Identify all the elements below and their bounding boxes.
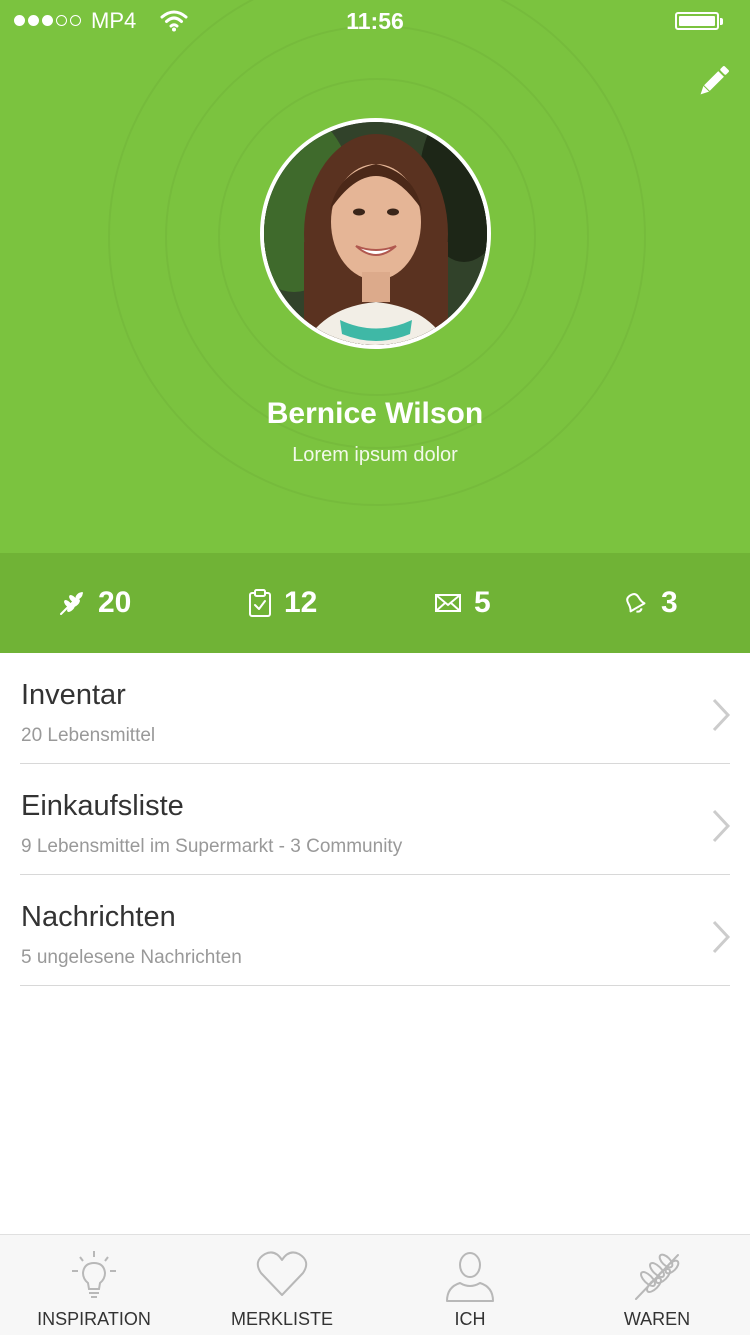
stat-value: 3 xyxy=(661,586,678,619)
avatar-photo xyxy=(264,122,487,345)
tab-label: MERKLISTE xyxy=(230,1309,334,1329)
menu-list: Inventar 20 Lebensmittel Einkaufsliste 9… xyxy=(0,653,750,986)
wheat-icon xyxy=(60,592,83,615)
chevron-right-icon xyxy=(712,809,731,843)
avatar[interactable] xyxy=(260,118,491,349)
chevron-right-icon xyxy=(712,698,731,732)
stat-value: 5 xyxy=(474,586,491,619)
stat-items[interactable]: 20 xyxy=(58,553,131,653)
envelope-icon xyxy=(435,594,461,612)
edit-pencil-icon[interactable] xyxy=(697,64,731,98)
person-icon xyxy=(446,1252,494,1302)
tab-inspiration[interactable]: INSPIRATION xyxy=(0,1235,188,1335)
stat-value: 20 xyxy=(98,586,132,619)
tab-merkliste[interactable]: MERKLISTE xyxy=(188,1235,376,1335)
stats-bar: 20 12 5 3 xyxy=(0,553,750,653)
bell-icon xyxy=(626,593,646,613)
stat-notifications[interactable]: 3 xyxy=(621,553,678,653)
stat-lists[interactable]: 12 xyxy=(248,553,317,653)
status-bar: MP4 11:56 xyxy=(0,0,750,44)
profile-header: MP4 11:56 Bernice Wilson Lorem ipsum dol… xyxy=(0,0,750,553)
tab-bar: INSPIRATION MERKLISTE ICH WAREN xyxy=(0,1234,750,1335)
profile-subtitle: Lorem ipsum dolor xyxy=(292,444,458,466)
stat-messages[interactable]: 5 xyxy=(434,553,491,653)
tab-label: WAREN xyxy=(623,1309,691,1329)
wheat-icon xyxy=(635,1253,680,1300)
tab-label: INSPIRATION xyxy=(37,1309,151,1329)
list-item-title: Einkaufsliste xyxy=(21,790,184,822)
list-item-title: Nachrichten xyxy=(21,901,176,933)
clipboard-check-icon xyxy=(249,589,271,617)
chevron-right-icon xyxy=(712,920,731,954)
list-item-inventar[interactable]: Inventar 20 Lebensmittel xyxy=(20,653,731,764)
battery-icon xyxy=(675,12,723,30)
tab-waren[interactable]: WAREN xyxy=(563,1235,750,1335)
list-item-subtitle: 9 Lebensmittel im Supermarkt - 3 Communi… xyxy=(21,836,403,857)
lightbulb-icon xyxy=(72,1251,116,1298)
list-item-nachrichten[interactable]: Nachrichten 5 ungelesene Nachrichten xyxy=(20,875,731,986)
tab-label: ICH xyxy=(454,1309,486,1329)
list-item-einkaufsliste[interactable]: Einkaufsliste 9 Lebensmittel im Supermar… xyxy=(20,764,731,875)
stat-value: 12 xyxy=(284,586,318,619)
list-item-title: Inventar xyxy=(21,679,126,711)
list-item-subtitle: 20 Lebensmittel xyxy=(21,725,156,746)
clock: 11:56 xyxy=(346,8,404,34)
list-item-subtitle: 5 ungelesene Nachrichten xyxy=(21,947,242,968)
heart-icon xyxy=(256,1251,308,1296)
profile-name: Bernice Wilson xyxy=(266,397,484,430)
tab-ich[interactable]: ICH xyxy=(376,1235,564,1335)
